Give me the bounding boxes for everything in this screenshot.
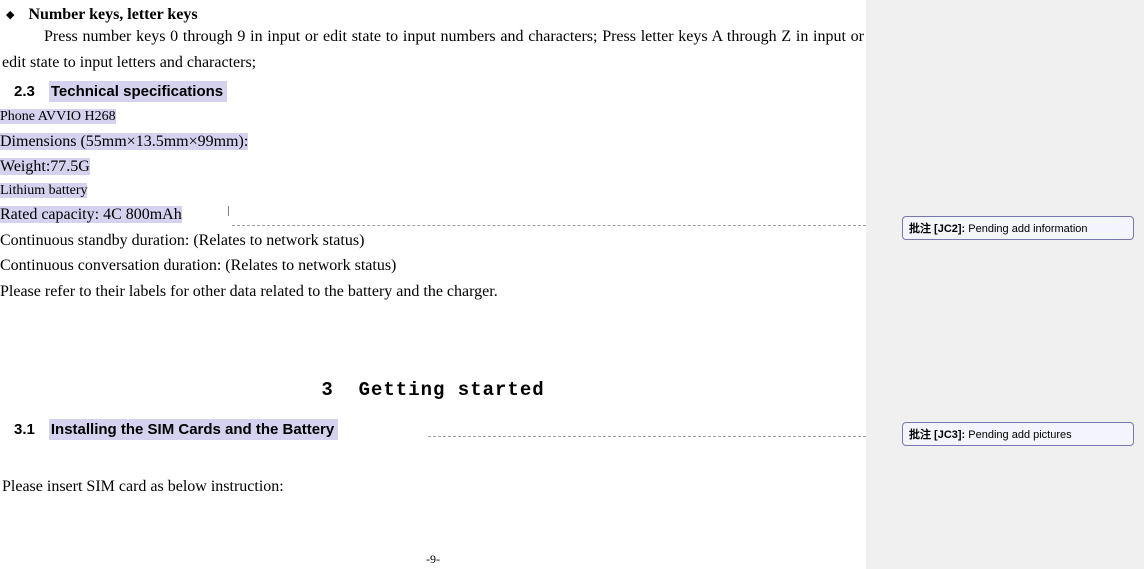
- spec-dimensions: Dimensions (55mm×13.5mm×99mm):: [0, 129, 866, 155]
- connector-mark-1: [228, 206, 229, 216]
- spec-conversation: Continuous conversation duration: (Relat…: [0, 253, 866, 279]
- chapter-3-title: 3 Getting started: [0, 379, 866, 401]
- page-number: -9-: [0, 552, 866, 567]
- spec-weight: Weight:77.5G: [0, 154, 866, 180]
- spec-standby: Continuous standby duration: (Relates to…: [0, 228, 866, 254]
- comments-sidebar: 批注 [JC2]: Pending add information 批注 [JC…: [866, 0, 1144, 569]
- section-23-number: 2.3: [14, 83, 35, 100]
- paragraph-sim: Please insert SIM card as below instruct…: [0, 474, 866, 500]
- section-31-number: 3.1: [14, 421, 35, 438]
- spec-capacity: Rated capacity: 4C 800mAh: [0, 202, 866, 228]
- bullet-title: Number keys, letter keys: [28, 6, 197, 24]
- spec-battery: Lithium battery: [0, 180, 866, 202]
- comment-jc2-text: Pending add information: [968, 223, 1087, 235]
- paragraph-keys: Press number keys 0 through 9 in input o…: [0, 24, 866, 75]
- section-31-title: Installing the SIM Cards and the Battery: [49, 419, 338, 440]
- section-23-header: 2.3 Technical specifications: [0, 81, 866, 102]
- bullet-heading: ◆ Number keys, letter keys: [0, 6, 866, 24]
- comment-jc3-text: Pending add pictures: [968, 429, 1071, 441]
- comment-jc3[interactable]: 批注 [JC3]: Pending add pictures: [902, 422, 1134, 446]
- comment-connector-2: [428, 436, 866, 437]
- comment-connector-1: [232, 225, 866, 226]
- spec-phone: Phone AVVIO H268: [0, 106, 866, 128]
- main-document: ◆ Number keys, letter keys Press number …: [0, 0, 866, 569]
- comment-jc2[interactable]: 批注 [JC2]: Pending add information: [902, 216, 1134, 240]
- spec-refer: Please refer to their labels for other d…: [0, 279, 866, 305]
- diamond-bullet-icon: ◆: [6, 8, 14, 21]
- section-23-title: Technical specifications: [49, 81, 227, 102]
